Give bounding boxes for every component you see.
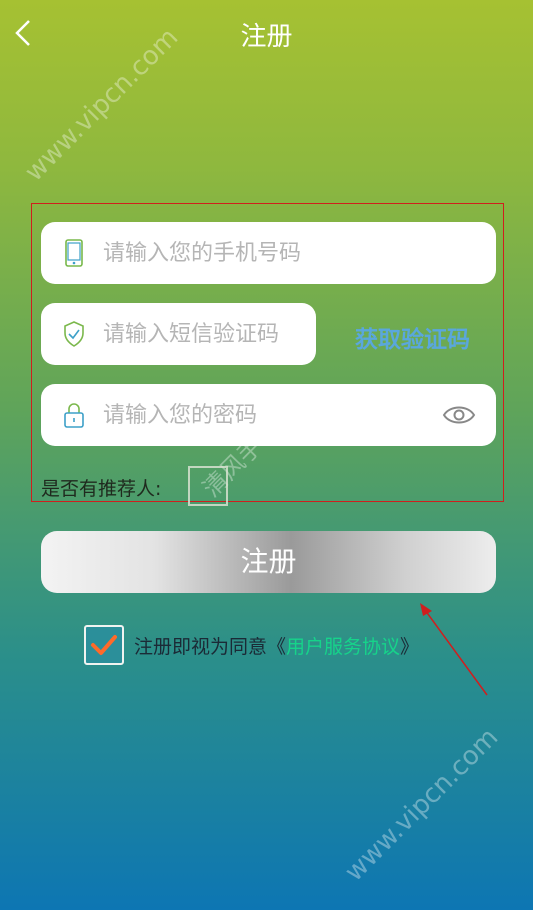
- referrer-label: 是否有推荐人:: [41, 478, 162, 500]
- referrer-checkbox[interactable]: [188, 466, 228, 506]
- get-code-button[interactable]: 获取验证码: [355, 320, 470, 354]
- agreement-suffix: 》: [400, 635, 420, 658]
- check-icon: [91, 635, 117, 655]
- phone-icon: [61, 238, 87, 268]
- password-field[interactable]: [41, 384, 496, 446]
- sms-code-field[interactable]: [41, 303, 316, 365]
- eye-icon[interactable]: [442, 402, 476, 428]
- page-title: 注册: [240, 22, 293, 52]
- phone-input[interactable]: [101, 239, 496, 267]
- register-button[interactable]: 注册: [41, 531, 496, 593]
- watermark-bottom: www.vipcn.com: [339, 722, 505, 888]
- user-agreement-link[interactable]: 用户服务协议: [286, 636, 400, 658]
- agreement-prefix: 注册即视为同意《: [134, 635, 287, 658]
- agreement-text: 注册即视为同意《用户服务协议》: [134, 632, 419, 659]
- top-bar: 注册: [0, 0, 533, 70]
- shield-check-icon: [61, 319, 87, 349]
- password-input[interactable]: [101, 401, 425, 429]
- agreement-checkbox[interactable]: [84, 625, 124, 665]
- agreement-row: 注册即视为同意《用户服务协议》: [84, 624, 419, 666]
- phone-field[interactable]: [41, 222, 496, 284]
- lock-icon: [61, 400, 87, 430]
- sms-code-input[interactable]: [101, 320, 316, 348]
